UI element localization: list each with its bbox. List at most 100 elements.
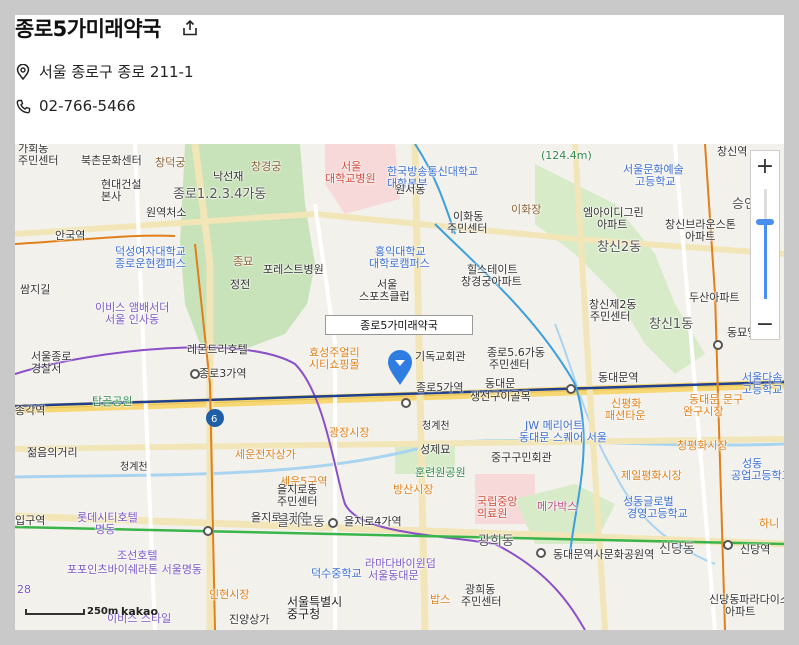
zoom-out-button[interactable]: − (751, 309, 779, 339)
map-label: 덕수중학교 (311, 567, 362, 580)
map-label: 고등학교 (742, 383, 783, 396)
map-label: 창경궁아파트 (461, 275, 522, 288)
map-label: 대학교병원 (325, 172, 376, 185)
map-label: 세운전자상가 (235, 448, 296, 461)
station-euljiro3ga[interactable] (203, 526, 213, 536)
phone-icon (15, 98, 31, 114)
map-label: 원역처소 (146, 206, 187, 219)
station-dongdaemun[interactable] (566, 384, 576, 394)
map-label: 이화장 (511, 203, 542, 216)
map-label: 을지로동 (277, 515, 325, 530)
zoom-slider-handle[interactable] (756, 219, 774, 225)
map-label: 6 (211, 414, 218, 425)
map-label: 청계천 (120, 462, 148, 473)
map-label: 낙선재 (213, 170, 244, 183)
station-jongno5ga[interactable] (401, 398, 411, 408)
station-euljiro4ga[interactable] (328, 518, 338, 528)
map-label: 주민센터 (18, 154, 59, 167)
map-label: 중구구민회관 (491, 451, 552, 464)
map-label: 동대문역 (598, 371, 639, 384)
map-label: 동대문역사문화공원역 (553, 548, 655, 561)
map-label: 창신1동 (649, 317, 694, 332)
map-label: 고등학교 (635, 175, 676, 188)
map-label: 서울 인사동 (105, 313, 160, 326)
phone-number[interactable]: 02-766-5466 (39, 97, 136, 115)
map-view[interactable]: 가회동 주민센터 북촌문화센터 창덕궁 서울 대학교병원 한국방송통신대학교 대학본부 (124… (15, 144, 784, 630)
map-label: 스포츠클럽 (359, 290, 410, 303)
map-label: 포포인츠바이쉐라톤 서울명동 (67, 563, 203, 576)
map-label: 조선호텔 (117, 549, 158, 562)
location-pin-icon (15, 63, 31, 80)
map-label: 광장시장 (329, 426, 370, 439)
phone-row: 02-766-5466 (15, 97, 136, 115)
map-label: 두산아파트 (689, 291, 740, 304)
place-marker-icon[interactable] (387, 350, 413, 386)
map-label: 중구청 (287, 607, 321, 621)
map-label: 종로1.2.3.4가동 (173, 187, 267, 202)
map-label: 포레스트병원 (263, 263, 324, 276)
station-dongmyo[interactable] (713, 340, 723, 350)
map-label: 경영고등학교 (627, 507, 688, 520)
map-label: 동대문 (485, 377, 516, 390)
map-label: 쌈지길 (20, 283, 51, 296)
kakao-logo: kakao (121, 605, 159, 618)
map-label: 종로5가역 (416, 381, 464, 394)
map-label: 주민센터 (447, 222, 488, 235)
zoom-in-button[interactable]: + (751, 151, 779, 181)
share-icon[interactable] (179, 17, 201, 39)
map-label: 을지로4가역 (344, 515, 402, 528)
map-label: 대학로캠퍼스 (369, 257, 430, 270)
map-label: 북촌문화센터 (81, 154, 142, 167)
map-label: 제일평화시장 (621, 469, 682, 482)
map-label: 아파트 (597, 218, 628, 231)
title-row: 종로5가미래약국 (15, 15, 201, 41)
map-label: 동대문 스퀘어 서울 (519, 431, 607, 444)
station-ddp[interactable] (536, 548, 546, 558)
map-label: 방산시장 (393, 483, 434, 496)
map-label: 청계천 (422, 421, 450, 432)
map-label: 시티쇼핑몰 (309, 358, 360, 371)
map-label: 서울동대문 (368, 569, 419, 582)
map-label: 훈련원공원 (415, 466, 466, 479)
map-label: 입구역 (15, 514, 46, 527)
map-label: 패션타운 (605, 409, 646, 422)
subway-line3 (15, 234, 176, 245)
map-label: 공업고등학교 (731, 469, 784, 482)
scale-bar (25, 609, 85, 615)
map-label: 창신역 (717, 145, 748, 158)
map-label: 창경궁 (251, 160, 282, 173)
map-label: 주민센터 (277, 495, 318, 508)
map-label: 주민센터 (461, 595, 502, 608)
map-label: (124.4m) (541, 149, 592, 162)
map-label: 신당역 (740, 543, 771, 556)
station-jongno3ga[interactable] (190, 369, 200, 379)
map-label: 종각역 (15, 404, 46, 417)
map-label: 창신2동 (597, 240, 642, 255)
station-sindang[interactable] (723, 540, 733, 550)
map-label: 광희동 (478, 534, 514, 549)
address-text: 서울 종로구 종로 211-1 (39, 63, 194, 81)
map-label: 창덕궁 (155, 156, 186, 169)
map-label: 주민센터 (489, 358, 530, 371)
map-label: 28 (17, 583, 31, 596)
map-label: 성제묘 (420, 443, 451, 456)
map-label: 명동 (95, 523, 116, 536)
map-label: 종로3가역 (199, 367, 247, 380)
map-label: 신당동 (659, 542, 695, 557)
zoom-slider-track[interactable] (764, 189, 767, 299)
map-label: 아파트 (725, 605, 756, 618)
map-label: 의료원 (477, 507, 508, 520)
map-label: 완구시장 (683, 405, 724, 418)
map-label: 기독교회관 (415, 350, 466, 363)
place-title: 종로5가미래약국 (15, 17, 161, 41)
map-label: 안국역 (55, 229, 86, 242)
map-label: 인현시장 (209, 588, 250, 601)
zoom-control: + − (750, 150, 780, 340)
map-label: 종로운현캠퍼스 (115, 257, 186, 270)
map-label: 아파트 (685, 230, 716, 243)
map-label: 밥스 (430, 593, 451, 606)
scale-label: 250m (87, 606, 119, 617)
map-label: 원서동 (395, 183, 426, 196)
map-label: 생선구이골목 (470, 390, 531, 403)
marker-label[interactable]: 종로5가미래약국 (325, 315, 473, 335)
